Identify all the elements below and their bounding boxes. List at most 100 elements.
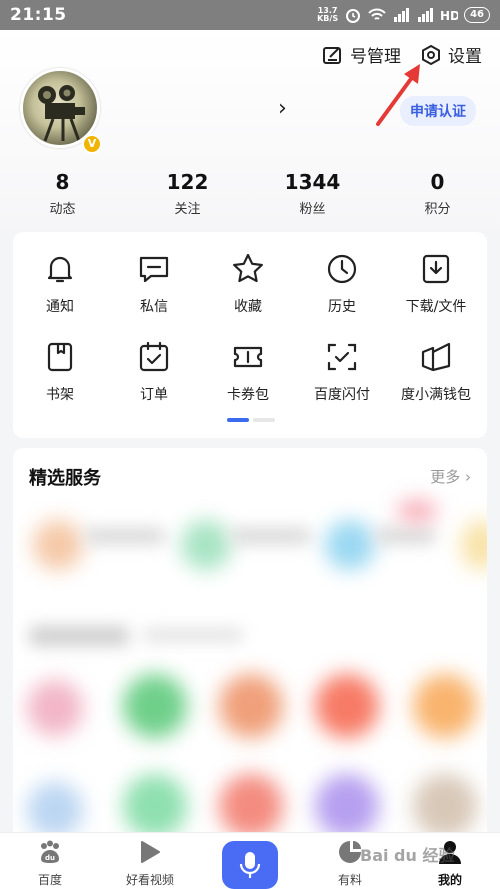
stat-followers[interactable]: 1344 粉丝 <box>250 170 375 217</box>
page-dot-active <box>227 418 249 422</box>
scan-check-icon <box>327 343 357 371</box>
stat-label: 动态 <box>49 202 76 217</box>
stat-label: 积分 <box>424 202 451 217</box>
net-speed-unit: KB/S <box>317 14 339 23</box>
status-bar: 21:15 13.7 KB/S HD 46 <box>0 0 500 30</box>
battery-indicator: 46 <box>464 7 490 23</box>
tab-baidu[interactable]: du 百度 <box>0 833 100 889</box>
stat-value: 1344 <box>284 170 341 194</box>
calendar-check-icon <box>139 341 169 372</box>
wifi-icon <box>368 8 386 20</box>
alarm-icon <box>346 9 361 23</box>
blurred-section-title <box>29 626 129 646</box>
signal-icon <box>394 8 410 22</box>
net-speed: 13.7 KB/S <box>317 7 338 23</box>
blurred-service-icon <box>325 520 375 570</box>
grid-item-messages[interactable]: 私信 <box>107 252 201 316</box>
grid-item-notification[interactable]: 通知 <box>13 252 107 316</box>
blurred-app-icon <box>123 774 187 838</box>
grid-item-bookshelf[interactable]: 书架 <box>13 340 107 404</box>
page-indicator <box>227 418 275 422</box>
stat-label: 关注 <box>174 202 201 217</box>
stat-label: 粉丝 <box>299 202 326 217</box>
tab-label: 好看视频 <box>125 873 174 887</box>
status-icons: 13.7 KB/S HD 46 <box>317 7 490 23</box>
grid-item-label: 私信 <box>140 299 168 315</box>
tab-video[interactable]: 好看视频 <box>100 833 200 889</box>
voice-search-button[interactable] <box>222 841 278 889</box>
grid-item-favorites[interactable]: 收藏 <box>201 252 295 316</box>
grid-item-quickpay[interactable]: 百度闪付 <box>295 340 389 404</box>
function-grid-card: 通知 私信 收藏 历史 下载/文件 书架 订单 卡券包 百度闪付 度小满钱包 <box>13 232 487 438</box>
grid-item-label: 收藏 <box>234 299 262 315</box>
blurred-service-icon <box>33 520 83 570</box>
bookmark-icon <box>47 342 73 372</box>
page-dot <box>253 418 275 422</box>
status-time: 21:15 <box>10 5 67 25</box>
svg-text:HD: HD <box>440 9 458 23</box>
svg-text:du: du <box>45 854 55 862</box>
grid-item-label: 订单 <box>140 387 168 403</box>
star-icon <box>233 253 263 283</box>
ticket-icon <box>233 346 263 368</box>
grid-item-label: 历史 <box>328 299 356 315</box>
stat-points[interactable]: 0 积分 <box>375 170 500 217</box>
blurred-service-icon <box>461 520 487 570</box>
watermark: Bai du 经验 <box>360 846 455 865</box>
tab-voice[interactable] <box>200 833 300 889</box>
hd-icon: HD <box>440 9 458 23</box>
grid-item-label: 百度闪付 <box>314 387 370 403</box>
stats-row: 8 动态 122 关注 1344 粉丝 0 积分 <box>0 170 500 217</box>
wallet-icon <box>421 342 451 372</box>
blurred-service-text <box>85 528 165 544</box>
tab-label: 有料 <box>337 873 362 887</box>
grid-item-downloads[interactable]: 下载/文件 <box>389 252 483 316</box>
stat-following[interactable]: 122 关注 <box>125 170 250 217</box>
stat-value: 8 <box>55 170 70 194</box>
featured-services-card: 精选服务 更多 › <box>13 448 487 848</box>
tab-label: 百度 <box>37 873 62 887</box>
grid-item-coupons[interactable]: 卡券包 <box>201 340 295 404</box>
blurred-app-icon <box>27 680 83 736</box>
blurred-section-subtitle <box>143 628 243 642</box>
blurred-app-icon <box>413 674 477 738</box>
blurred-service-text <box>231 528 311 544</box>
blurred-service-tag <box>397 500 437 522</box>
grid-item-label: 卡券包 <box>227 387 269 403</box>
blurred-app-icon <box>123 674 187 738</box>
message-icon <box>139 256 169 283</box>
grid-item-label: 通知 <box>46 299 74 315</box>
signal-icon-2 <box>418 8 434 22</box>
mic-icon <box>239 852 261 878</box>
verified-badge: V <box>82 134 102 154</box>
settings-label: 设置 <box>448 47 482 67</box>
services-more-link[interactable]: 更多 › <box>430 466 471 487</box>
paw-icon: du <box>41 840 59 863</box>
blurred-app-icon <box>219 774 283 838</box>
clock-icon <box>327 254 357 284</box>
stat-posts[interactable]: 8 动态 <box>0 170 125 217</box>
film-camera-image <box>38 85 85 142</box>
play-icon <box>141 841 160 863</box>
grid-item-label: 下载/文件 <box>405 299 467 315</box>
apply-certification-button[interactable]: 申请认证 <box>400 96 476 126</box>
blurred-service-text <box>375 528 435 544</box>
blurred-app-icon <box>27 782 83 838</box>
stat-value: 122 <box>166 170 209 194</box>
blurred-app-icon <box>315 774 379 838</box>
services-title: 精选服务 <box>29 468 101 489</box>
blurred-app-icon <box>413 774 477 838</box>
grid-item-orders[interactable]: 订单 <box>107 340 201 404</box>
stat-value: 0 <box>430 170 445 194</box>
tab-label: 我的 <box>437 873 462 887</box>
blurred-service-icon <box>181 520 231 570</box>
profile-chevron-icon[interactable]: › <box>278 96 287 121</box>
download-icon <box>422 254 450 284</box>
grid-item-label: 书架 <box>46 387 74 403</box>
grid-item-label: 度小满钱包 <box>401 387 471 403</box>
bell-icon <box>47 256 73 283</box>
grid-item-wallet[interactable]: 度小满钱包 <box>389 340 483 404</box>
grid-item-history[interactable]: 历史 <box>295 252 389 316</box>
blurred-app-icon <box>219 674 283 738</box>
blurred-app-icon <box>315 674 379 738</box>
